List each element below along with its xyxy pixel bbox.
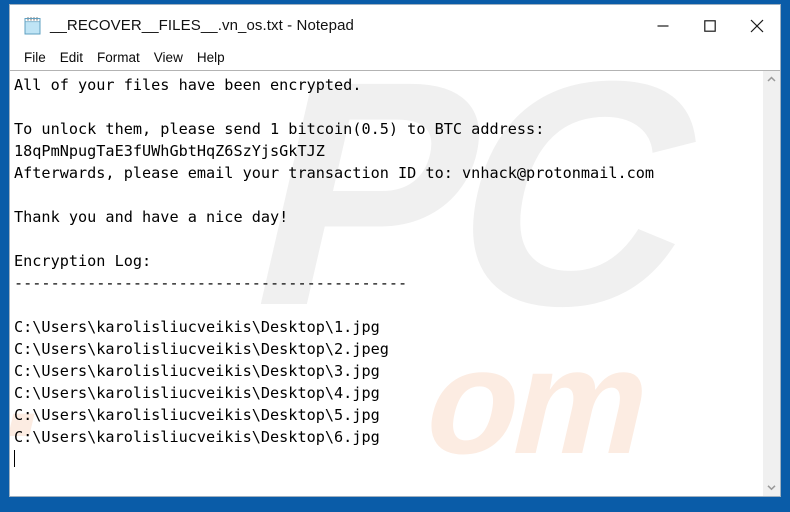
- text-caret: [14, 450, 15, 467]
- editor-area: . PC om All of your files have been encr…: [10, 70, 780, 496]
- scroll-down-button[interactable]: [763, 479, 780, 496]
- scrollbar-track[interactable]: [763, 88, 780, 479]
- menu-item-view[interactable]: View: [147, 48, 190, 68]
- title-bar: __RECOVER__FILES__.vn_os.txt - Notepad: [10, 5, 780, 46]
- menu-item-format[interactable]: Format: [90, 48, 147, 68]
- close-button[interactable]: [733, 5, 780, 46]
- ransom-note-body: All of your files have been encrypted. T…: [14, 76, 655, 446]
- desktop-background: __RECOVER__FILES__.vn_os.txt - Notepad F…: [0, 0, 790, 512]
- menu-item-help[interactable]: Help: [190, 48, 232, 68]
- notepad-window: __RECOVER__FILES__.vn_os.txt - Notepad F…: [9, 4, 781, 497]
- menu-item-file[interactable]: File: [17, 48, 53, 68]
- maximize-button[interactable]: [686, 5, 733, 46]
- minimize-icon: [657, 20, 669, 32]
- vertical-scrollbar[interactable]: [762, 71, 780, 496]
- window-title: __RECOVER__FILES__.vn_os.txt - Notepad: [50, 17, 354, 34]
- chevron-up-icon: [767, 76, 776, 83]
- scroll-up-button[interactable]: [763, 71, 780, 88]
- text-editor[interactable]: . PC om All of your files have been encr…: [10, 71, 762, 496]
- maximize-icon: [703, 19, 716, 32]
- close-icon: [750, 19, 764, 33]
- window-controls: [639, 5, 780, 46]
- ransom-note-text: All of your files have been encrypted. T…: [14, 74, 654, 470]
- menu-item-edit[interactable]: Edit: [53, 48, 90, 68]
- menu-bar: File Edit Format View Help: [10, 46, 780, 70]
- notepad-icon: [22, 15, 44, 37]
- chevron-down-icon: [767, 484, 776, 491]
- minimize-button[interactable]: [639, 5, 686, 46]
